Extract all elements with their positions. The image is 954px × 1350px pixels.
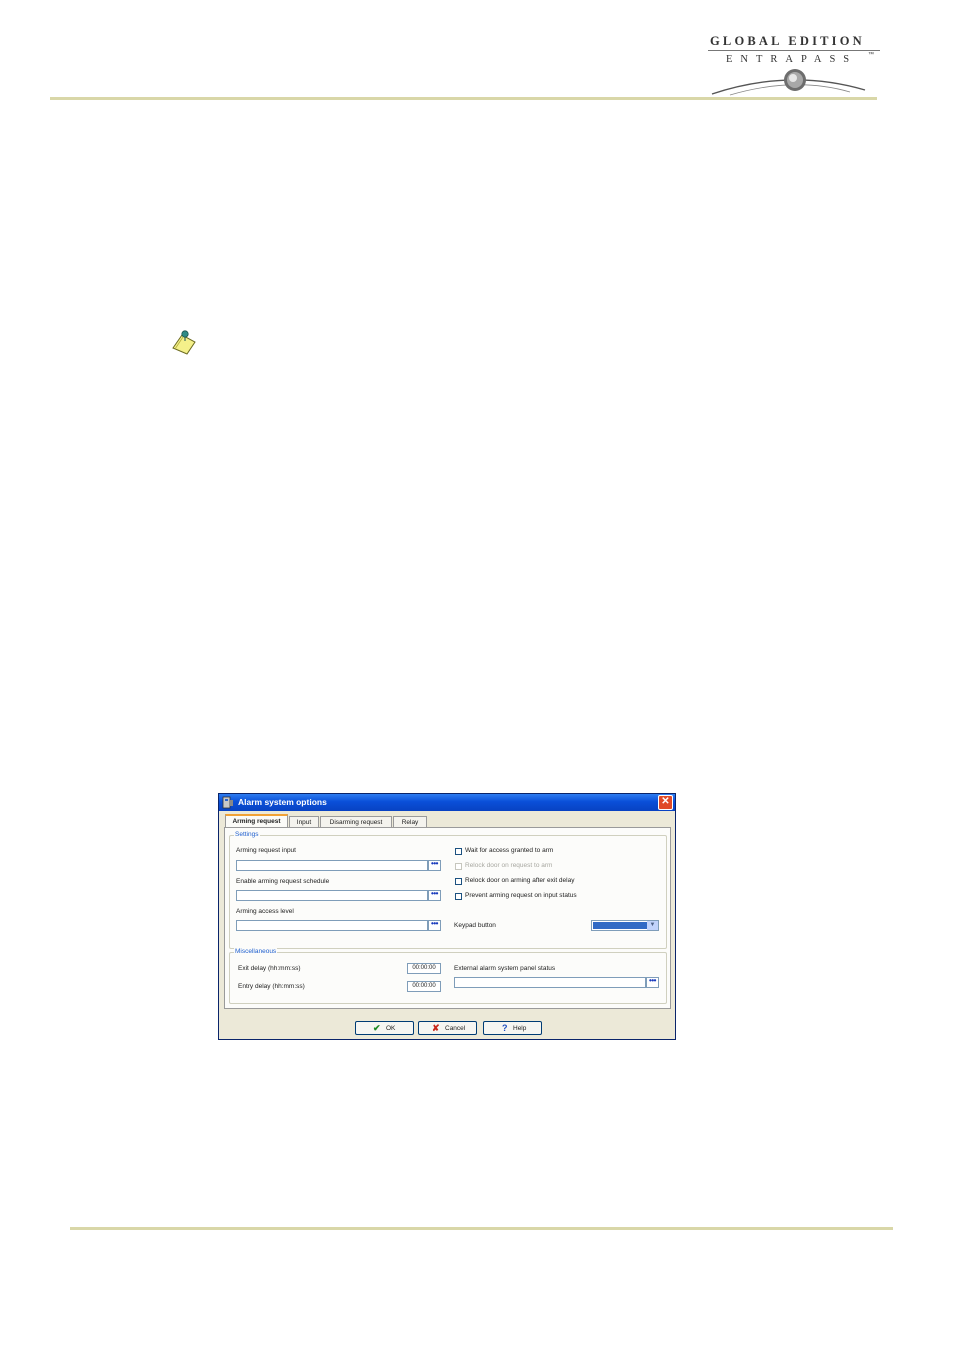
dialog-title: Alarm system options <box>238 797 327 807</box>
tab-arming-request[interactable]: Arming request <box>225 814 288 827</box>
enable-schedule-browse-button[interactable]: ••• <box>428 890 441 901</box>
relock-door-arming-label: Relock door on arming after exit delay <box>465 877 575 884</box>
chevron-down-icon[interactable]: ▼ <box>647 921 658 930</box>
checkmark-icon: ✔ <box>373 1023 381 1033</box>
logo-swoosh-icon <box>711 69 866 96</box>
arming-request-panel: Settings Arming request input ••• Enable… <box>224 827 671 1009</box>
note-icon <box>172 330 196 355</box>
help-label: Help <box>513 1025 527 1032</box>
entrapass-logo: GLOBAL EDITION ENTRAPASS ™ <box>700 28 890 98</box>
logo-global-edition: GLOBAL EDITION <box>710 34 865 48</box>
tab-relay[interactable]: Relay <box>393 816 427 827</box>
arming-request-input-label: Arming request input <box>236 847 296 854</box>
footer-rule <box>70 1227 893 1230</box>
entry-delay-field[interactable]: 00:00:00 <box>407 981 441 992</box>
arming-access-level-field[interactable] <box>236 920 428 931</box>
question-mark-icon: ? <box>502 1023 508 1033</box>
logo-rule <box>708 50 880 51</box>
dialog-title-bar[interactable]: Alarm system options ✕ <box>219 794 675 811</box>
header-rule <box>50 97 877 100</box>
alarm-panel-icon <box>222 796 233 809</box>
relock-door-request-label: Relock door on request to arm <box>465 862 553 869</box>
enable-schedule-field[interactable] <box>236 890 428 901</box>
wait-for-access-checkbox[interactable] <box>455 848 462 855</box>
relock-door-arming-checkbox[interactable] <box>455 878 462 885</box>
panel-status-field[interactable] <box>454 977 646 988</box>
settings-legend: Settings <box>234 831 260 838</box>
cancel-label: Cancel <box>445 1025 466 1032</box>
enable-schedule-label: Enable arming request schedule <box>236 878 330 885</box>
arming-request-input-field[interactable] <box>236 860 428 871</box>
exit-delay-field[interactable]: 00:00:00 <box>407 963 441 974</box>
ok-label: OK <box>386 1025 396 1032</box>
cancel-button[interactable]: ✘ Cancel <box>418 1021 477 1035</box>
prevent-arming-label: Prevent arming request on input status <box>465 892 577 899</box>
arming-access-level-browse-button[interactable]: ••• <box>428 920 441 931</box>
panel-status-label: External alarm system panel status <box>454 965 556 972</box>
alarm-system-options-dialog: Alarm system options ✕ Arming request In… <box>218 793 676 1040</box>
ok-button[interactable]: ✔ OK <box>355 1021 414 1035</box>
relock-door-request-checkbox <box>455 863 462 870</box>
tab-input[interactable]: Input <box>289 816 319 827</box>
panel-status-browse-button[interactable]: ••• <box>646 977 659 988</box>
x-icon: ✘ <box>432 1023 440 1033</box>
entry-delay-label: Entry delay (hh:mm:ss) <box>238 983 305 990</box>
exit-delay-label: Exit delay (hh:mm:ss) <box>238 965 301 972</box>
keypad-button-label: Keypad button <box>454 922 496 929</box>
keypad-button-select[interactable]: ▼ <box>591 920 659 931</box>
prevent-arming-checkbox[interactable] <box>455 893 462 900</box>
wait-for-access-label: Wait for access granted to arm <box>465 847 554 854</box>
arming-access-level-label: Arming access level <box>236 908 294 915</box>
arming-request-input-browse-button[interactable]: ••• <box>428 860 441 871</box>
tab-disarming-request[interactable]: Disarming request <box>320 816 392 827</box>
help-button[interactable]: ? Help <box>483 1021 542 1035</box>
logo-trademark: ™ <box>868 52 874 58</box>
close-button[interactable]: ✕ <box>658 795 673 810</box>
miscellaneous-legend: Miscellaneous <box>234 948 278 955</box>
keypad-button-value <box>593 922 647 929</box>
